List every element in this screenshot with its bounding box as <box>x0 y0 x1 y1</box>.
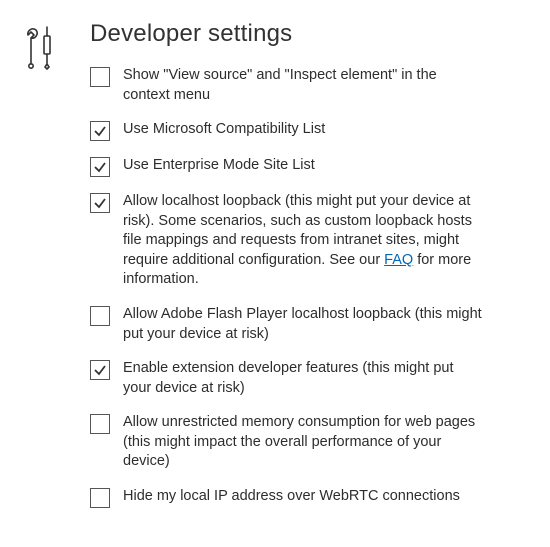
option-label: Allow Adobe Flash Player localhost loopb… <box>123 305 483 344</box>
option-memory: Allow unrestricted memory consumption fo… <box>90 413 528 472</box>
checkbox-extension-dev[interactable] <box>90 360 110 380</box>
option-label: Use Enterprise Mode Site List <box>123 156 315 176</box>
checkbox-webrtc-ip[interactable] <box>90 488 110 508</box>
option-webrtc-ip: Hide my local IP address over WebRTC con… <box>90 487 528 508</box>
option-label: Show "View source" and "Inspect element"… <box>123 66 483 105</box>
checkbox-flash-loopback[interactable] <box>90 306 110 326</box>
option-label: Allow unrestricted memory consumption fo… <box>123 413 483 472</box>
checkbox-enterprise-mode[interactable] <box>90 157 110 177</box>
option-label: Use Microsoft Compatibility List <box>123 120 325 140</box>
option-label: Enable extension developer features (thi… <box>123 359 483 398</box>
option-view-source: Show "View source" and "Inspect element"… <box>90 66 528 105</box>
tools-icon <box>22 20 78 70</box>
option-enterprise-mode: Use Enterprise Mode Site List <box>90 156 528 177</box>
option-localhost-loopback: Allow localhost loopback (this might put… <box>90 192 528 290</box>
settings-content: Developer settings Show "View source" an… <box>78 20 528 523</box>
page-title: Developer settings <box>90 20 528 48</box>
option-compat-list: Use Microsoft Compatibility List <box>90 120 528 141</box>
option-extension-dev: Enable extension developer features (thi… <box>90 359 528 398</box>
faq-link[interactable]: FAQ <box>384 252 413 268</box>
option-flash-loopback: Allow Adobe Flash Player localhost loopb… <box>90 305 528 344</box>
checkbox-memory[interactable] <box>90 414 110 434</box>
developer-settings-panel: Developer settings Show "View source" an… <box>22 20 528 523</box>
checkbox-localhost-loopback[interactable] <box>90 193 110 213</box>
option-label: Allow localhost loopback (this might put… <box>123 192 483 290</box>
checkbox-view-source[interactable] <box>90 67 110 87</box>
checkbox-compat-list[interactable] <box>90 121 110 141</box>
